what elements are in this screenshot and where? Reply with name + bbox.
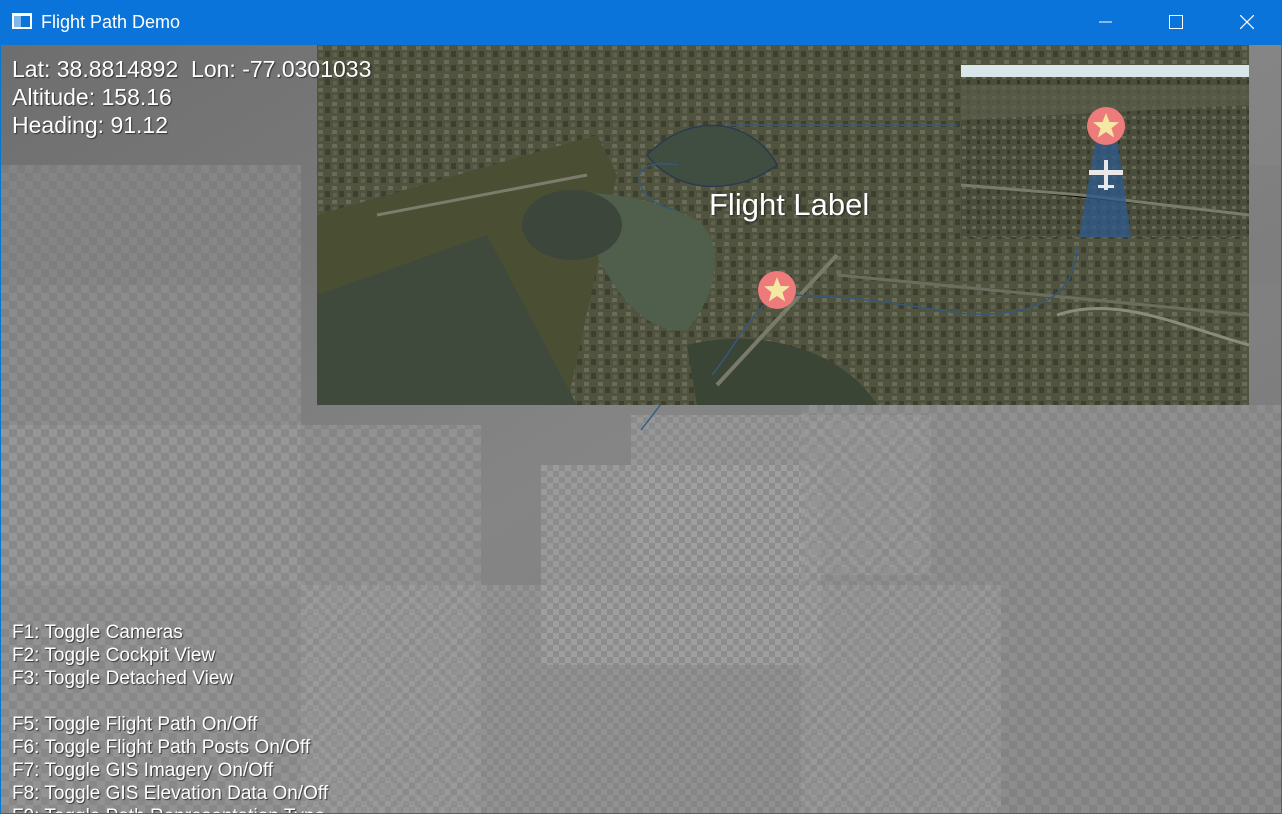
- maximize-icon: [1169, 15, 1183, 29]
- 3d-viewport[interactable]: Flight Label Lat: 38.8814892 Lon: -77.03…: [1, 45, 1281, 813]
- altitude-readout: Altitude: 158.16: [12, 84, 172, 110]
- shortcut-f1: F1: Toggle Cameras: [12, 622, 183, 643]
- app-window-icon: [12, 13, 32, 29]
- minimize-icon: [1099, 21, 1112, 23]
- star-icon[interactable]: [1086, 106, 1126, 146]
- detached-view-inset: [961, 65, 1249, 237]
- shortcut-f6: F6: Toggle Flight Path Posts On/Off: [12, 737, 311, 758]
- close-icon: [1240, 15, 1254, 29]
- shortcut-f3: F3: Toggle Detached View: [12, 668, 234, 689]
- minimize-button[interactable]: [1071, 0, 1141, 45]
- shortcut-f2: F2: Toggle Cockpit View: [12, 645, 216, 666]
- detached-view-imagery: [961, 65, 1249, 237]
- flight-label: Flight Label: [709, 187, 870, 222]
- shortcut-f8: F8: Toggle GIS Elevation Data On/Off: [12, 783, 329, 804]
- window-title: Flight Path Demo: [41, 12, 181, 32]
- title-bar: Flight Path Demo: [0, 0, 1282, 45]
- maximize-button[interactable]: [1141, 0, 1211, 45]
- close-button[interactable]: [1212, 0, 1282, 45]
- shortcut-f9: F9: Toggle Path Representation Type: [12, 805, 328, 813]
- star-icon[interactable]: [757, 270, 797, 310]
- shortcut-f7: F7: Toggle GIS Imagery On/Off: [12, 760, 274, 781]
- latitude-longitude-readout: Lat: 38.8814892 Lon: -77.0301033: [12, 56, 372, 82]
- shortcut-f5: F5: Toggle Flight Path On/Off: [12, 714, 258, 735]
- heading-readout: Heading: 91.12: [12, 112, 169, 138]
- keyboard-shortcuts-list: F1: Toggle Cameras F2: Toggle Cockpit Vi…: [12, 621, 328, 813]
- shortcut-spacer: [12, 690, 328, 713]
